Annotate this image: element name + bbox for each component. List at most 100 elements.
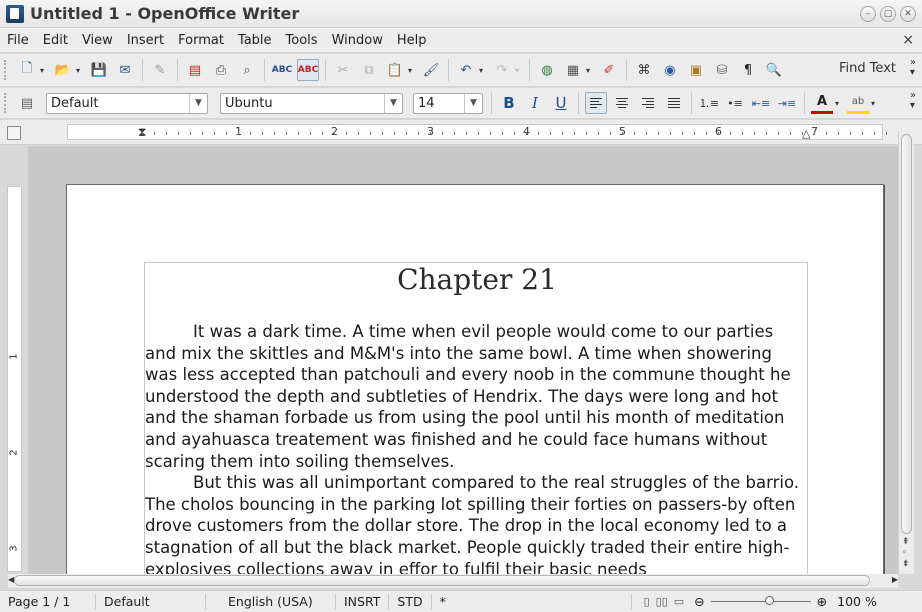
paragraph[interactable]: It was a dark time. A time when evil peo… — [145, 321, 809, 472]
find-text-field[interactable]: Find Text — [839, 61, 896, 76]
export-pdf-icon[interactable]: ▤ — [184, 59, 206, 81]
toolbar-overflow-icon[interactable]: » ▾ — [910, 58, 916, 78]
save-icon[interactable]: 💾 — [88, 59, 110, 81]
page-style-indicator[interactable]: Default — [96, 593, 206, 610]
highlight-icon[interactable]: ab — [847, 92, 869, 114]
numbering-icon[interactable]: ⒈≡ — [698, 92, 720, 114]
document-page[interactable]: Chapter 21 It was a dark time. A time wh… — [66, 184, 884, 574]
tab-stop-selector[interactable] — [7, 126, 21, 140]
horizontal-scrollbar[interactable]: ◀ ▶ — [8, 574, 898, 588]
find-replace-icon[interactable]: ⌘ — [633, 59, 655, 81]
copy-icon[interactable]: ⧉ — [358, 59, 380, 81]
font-color-icon[interactable]: A — [811, 92, 833, 114]
print-preview-icon[interactable]: ⌕ — [236, 59, 258, 81]
menu-edit[interactable]: Edit — [36, 33, 75, 48]
selection-mode-indicator[interactable]: STD — [389, 593, 432, 610]
minimize-button[interactable]: – — [860, 6, 876, 22]
close-document-icon[interactable]: × — [902, 32, 914, 48]
font-color-dropdown-icon[interactable]: ▾ — [835, 99, 843, 108]
zoom-level[interactable]: 100 % — [837, 594, 877, 609]
highlight-dropdown-icon[interactable]: ▾ — [871, 99, 879, 108]
chapter-heading[interactable]: Chapter 21 — [145, 263, 809, 296]
zoom-slider-knob[interactable] — [764, 596, 774, 605]
toolbar-overflow-icon[interactable]: » ▾ — [910, 91, 916, 111]
book-view-icon[interactable]: ▭ — [674, 595, 684, 608]
zoom-slider[interactable] — [710, 596, 811, 605]
menu-file[interactable]: File — [0, 33, 36, 48]
paste-dropdown-icon[interactable]: ▾ — [408, 66, 416, 75]
page-indicator[interactable]: Page 1 / 1 — [0, 593, 96, 610]
nonprinting-chars-icon[interactable]: ¶ — [737, 59, 759, 81]
undo-icon[interactable]: ↶ — [455, 59, 477, 81]
table-dropdown-icon[interactable]: ▾ — [586, 66, 594, 75]
styles-formatting-icon[interactable]: ▤ — [16, 92, 38, 114]
font-size-select[interactable]: 14 ▼ — [413, 92, 483, 114]
undo-dropdown-icon[interactable]: ▾ — [479, 66, 487, 75]
redo-icon[interactable]: ↷ — [491, 59, 513, 81]
edit-mode-icon[interactable]: ✎ — [149, 59, 171, 81]
menu-tools[interactable]: Tools — [279, 33, 325, 48]
cut-icon[interactable]: ✂ — [332, 59, 354, 81]
decrease-indent-icon[interactable]: ⇤≡ — [750, 92, 772, 114]
chevron-down-icon[interactable]: ▼ — [189, 93, 207, 113]
close-window-button[interactable]: ✕ — [900, 6, 916, 22]
bullets-icon[interactable]: •≡ — [724, 92, 746, 114]
maximize-button[interactable]: ▢ — [880, 6, 896, 22]
horizontal-scroll-thumb[interactable] — [14, 575, 870, 586]
paste-icon[interactable]: 📋 — [384, 59, 406, 81]
chevron-down-icon[interactable]: ▼ — [464, 93, 482, 113]
toolbar-grip[interactable] — [4, 93, 10, 113]
paragraph-style-select[interactable]: Default ▼ — [46, 92, 208, 114]
menu-format[interactable]: Format — [171, 33, 231, 48]
hyperlink-icon[interactable]: ◍ — [536, 59, 558, 81]
chevron-down-icon[interactable]: ▼ — [384, 93, 402, 113]
gallery-icon[interactable]: ▣ — [685, 59, 707, 81]
align-center-button[interactable] — [611, 92, 633, 114]
redo-dropdown-icon[interactable]: ▾ — [515, 66, 523, 75]
increase-indent-icon[interactable]: ⇥≡ — [776, 92, 798, 114]
clone-format-icon[interactable]: 🖌 — [420, 59, 442, 81]
right-indent-marker-icon[interactable]: △ — [802, 127, 810, 140]
menu-window[interactable]: Window — [325, 33, 390, 48]
align-left-button[interactable] — [585, 92, 607, 114]
menu-table[interactable]: Table — [231, 33, 279, 48]
page-navigation-buttons[interactable]: ⇞ ◦ ⇟ — [902, 537, 910, 570]
print-icon[interactable]: ⎙ — [210, 59, 232, 81]
italic-button[interactable]: I — [524, 92, 546, 114]
bold-button[interactable]: B — [498, 92, 520, 114]
data-sources-icon[interactable]: ⛁ — [711, 59, 733, 81]
body-text[interactable]: It was a dark time. A time when evil peo… — [145, 321, 809, 574]
new-icon[interactable]: 🗋 — [16, 59, 38, 81]
navigator-icon[interactable]: ◉ — [659, 59, 681, 81]
new-dropdown-icon[interactable]: ▾ — [40, 66, 48, 75]
paragraph[interactable]: But this was all unimportant compared to… — [145, 472, 809, 574]
font-name-select[interactable]: Ubuntu ▼ — [220, 92, 403, 114]
draw-icon[interactable]: ✐ — [598, 59, 620, 81]
menu-view[interactable]: View — [75, 33, 120, 48]
zoom-in-icon[interactable]: ⊕ — [817, 594, 827, 609]
spellcheck-icon[interactable]: ABC — [271, 59, 293, 81]
open-icon[interactable]: 📂 — [52, 59, 74, 81]
toolbar-grip[interactable] — [4, 60, 10, 80]
language-indicator[interactable]: English (USA) — [206, 593, 336, 610]
underline-button[interactable]: U — [550, 92, 572, 114]
email-icon[interactable]: ✉ — [114, 59, 136, 81]
multi-page-view-icon[interactable]: ▯▯ — [656, 595, 668, 608]
scroll-right-icon[interactable]: ▶ — [892, 575, 898, 584]
justify-button[interactable] — [663, 92, 685, 114]
vertical-scrollbar[interactable]: ⇞ ◦ ⇟ — [898, 131, 914, 574]
vertical-ruler[interactable]: 1 2 3 — [7, 186, 22, 572]
document-area[interactable]: Chapter 21 It was a dark time. A time wh… — [28, 146, 898, 574]
table-icon[interactable]: ▦ — [562, 59, 584, 81]
open-dropdown-icon[interactable]: ▾ — [76, 66, 84, 75]
zoom-icon[interactable]: 🔍 — [763, 59, 785, 81]
align-right-button[interactable] — [637, 92, 659, 114]
zoom-out-icon[interactable]: ⊖ — [694, 594, 704, 609]
autospellcheck-icon[interactable]: ABC — [297, 59, 319, 81]
insert-mode-indicator[interactable]: INSRT — [336, 593, 390, 610]
menu-help[interactable]: Help — [390, 33, 434, 48]
vertical-scroll-thumb[interactable] — [901, 134, 912, 534]
single-page-view-icon[interactable]: ▯ — [644, 595, 650, 608]
horizontal-ruler[interactable]: 1 2 3 4 5 6 7 ⧗ △ — [67, 124, 899, 140]
menu-insert[interactable]: Insert — [120, 33, 171, 48]
